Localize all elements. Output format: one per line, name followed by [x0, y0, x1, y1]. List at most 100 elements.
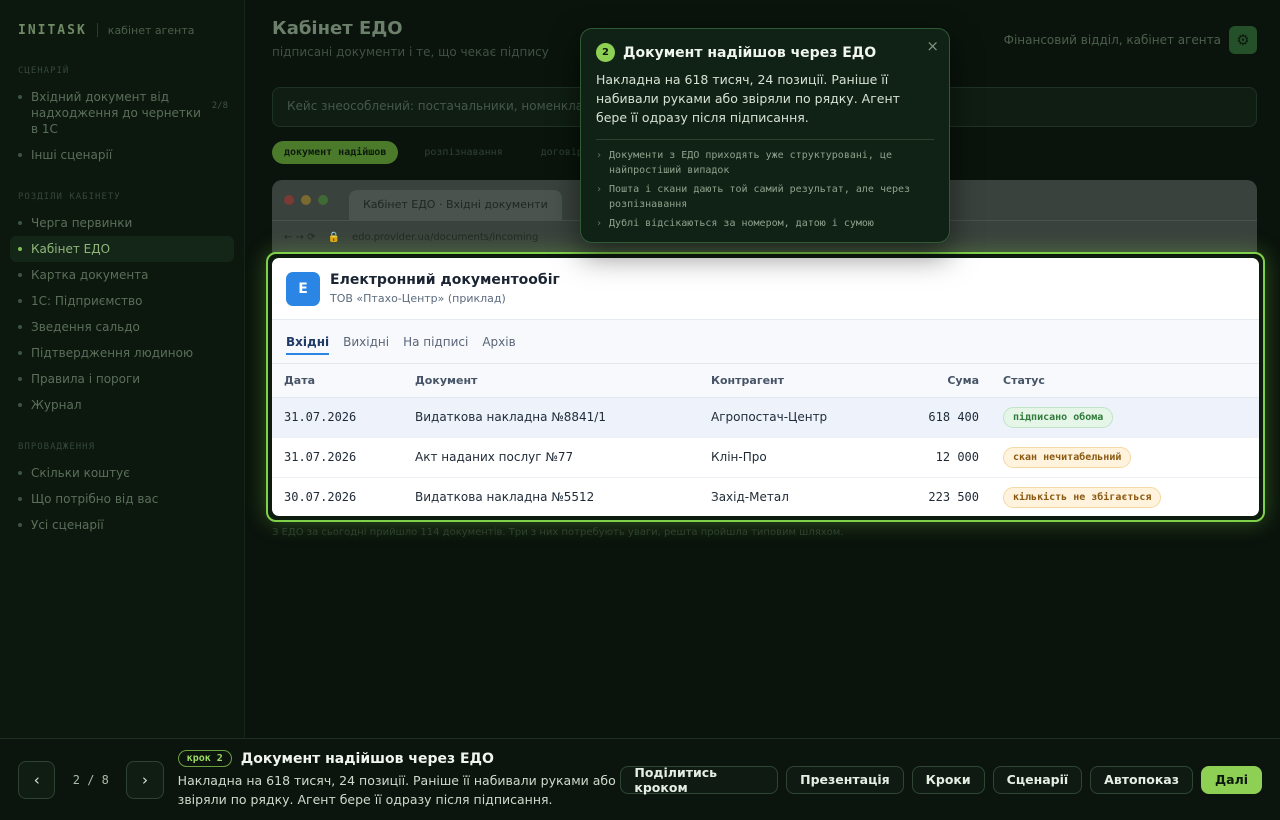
tooltip-bullet-text: Документи з ЕДО приходять уже структуров… — [609, 150, 892, 176]
sidebar-item-pricing[interactable]: Скільки коштує — [10, 460, 234, 486]
minimize-window-icon[interactable] — [301, 195, 311, 205]
steps-button[interactable]: Кроки — [911, 765, 985, 794]
sidebar-section-scenario: СЦЕНАРІЙ — [18, 66, 70, 76]
gear-icon[interactable]: ⚙ — [1229, 26, 1257, 54]
bullet-icon — [18, 221, 22, 225]
lock-icon: 🔒 — [327, 232, 340, 243]
edo-title: Електронний документообіг — [330, 272, 560, 288]
step-tab-received[interactable]: документ надійшов — [272, 141, 399, 164]
sidebar-item-label: Журнал — [31, 398, 82, 412]
table-row[interactable]: 31.07.2026 Видаткова накладна №8841/1 Аг… — [272, 397, 1259, 438]
column-status: Статус — [991, 364, 1259, 398]
autoplay-button[interactable]: Автопоказ — [1090, 765, 1193, 794]
context-area: Фінансовий відділ, кабінет агента ⚙ — [1004, 26, 1257, 54]
bullet-icon — [18, 299, 22, 303]
next-step-arrow-button[interactable]: › — [126, 760, 164, 799]
browser-tab[interactable]: Кабінет ЕДО · Вхідні документи — [349, 190, 562, 220]
status-badge: підписано обома — [1003, 406, 1114, 428]
cell-sum: 223 500 — [884, 477, 991, 516]
status-badge: скан нечитабельний — [1003, 446, 1132, 468]
tab-incoming[interactable]: Вхідні — [286, 320, 330, 363]
step-counter: 2 / 8 — [72, 772, 109, 787]
edo-footnote: З ЕДО за сьогодні прийшло 114 документів… — [272, 527, 844, 538]
tooltip-bullet-text: Дублі відсікаються за номером, датою і с… — [609, 218, 874, 229]
tour-actions: Поділитись кроком Презентація Кроки Сцен… — [620, 765, 1263, 795]
cell-document: Видаткова накладна №8841/1 — [403, 397, 699, 438]
context-label: Фінансовий відділ, кабінет агента — [1003, 33, 1221, 47]
sidebar-item-current-scenario[interactable]: Вхідний документ від надходження до черн… — [10, 84, 234, 142]
sidebar-item-label: Скільки коштує — [31, 466, 130, 480]
sidebar-item-queue[interactable]: Черга первинки — [10, 210, 234, 236]
bullet-icon — [18, 403, 22, 407]
table-row[interactable]: 30.07.2026 Видаткова накладна №5512 Захі… — [272, 477, 1259, 516]
tab-outgoing[interactable]: Вихідні — [343, 320, 389, 363]
next-button[interactable]: Далі — [1201, 765, 1263, 794]
close-icon[interactable]: × — [926, 37, 939, 55]
sidebar-item-label: Кабінет ЕДО — [31, 242, 111, 256]
tooltip-body: Накладна на 618 тисяч, 24 позиції. Раніш… — [596, 72, 900, 125]
documents-table: Дата Документ Контрагент Сума Статус 31.… — [272, 364, 1259, 516]
sidebar-section-views: РОЗДІЛИ КАБІНЕТУ — [18, 192, 121, 202]
cell-counterparty: Клін-Про — [699, 437, 884, 478]
cell-document: Видаткова накладна №5512 — [403, 477, 699, 516]
tab-signing[interactable]: На підписі — [403, 320, 468, 363]
presentation-button[interactable]: Презентація — [786, 765, 904, 794]
bullet-icon — [18, 523, 22, 527]
step-badge: крок 2 — [177, 750, 232, 767]
sidebar-item-label: 1С: Підприємство — [31, 294, 143, 308]
sidebar-item-balance[interactable]: Зведення сальдо — [10, 314, 234, 340]
status-badge: кількість не збігається — [1003, 486, 1162, 508]
sidebar-item-journal[interactable]: Журнал — [10, 392, 234, 418]
tooltip-bullet: › Документи з ЕДО приходять уже структур… — [596, 148, 934, 178]
sidebar-item-label: Усі сценарії — [31, 518, 104, 532]
column-counterparty: Контрагент — [699, 364, 884, 398]
cell-status: скан нечитабельний — [991, 437, 1259, 478]
maximize-window-icon[interactable] — [318, 195, 328, 205]
bullet-icon — [18, 273, 22, 277]
edo-highlight-frame: E Електронний документообіг ТОВ «Птахо-Ц… — [266, 252, 1265, 522]
sidebar-item-all-scenarios[interactable]: Усі сценарії — [10, 512, 234, 538]
brand-subtitle: кабінет агента — [107, 23, 195, 37]
sidebar-item-label: Картка документа — [31, 268, 149, 282]
tooltip-bullet: › Дублі відсікаються за номером, датою і… — [596, 216, 934, 231]
edo-org: ТОВ «Птахо-Центр» (приклад) — [330, 292, 506, 305]
bullet-icon — [18, 153, 22, 157]
close-window-icon[interactable] — [284, 195, 294, 205]
step-tab-recognition[interactable]: розпізнавання — [412, 141, 514, 164]
url-text: edo.provider.ua/documents/incoming — [351, 232, 539, 243]
browser-nav-icons[interactable]: ← → ⟳ — [284, 232, 316, 243]
tooltip-divider — [596, 139, 934, 140]
chevron-right-icon: › — [596, 218, 603, 229]
scenarios-button[interactable]: Сценарії — [992, 765, 1083, 794]
cell-date: 30.07.2026 — [272, 477, 403, 516]
share-step-button[interactable]: Поділитись кроком — [620, 765, 779, 795]
bullet-icon — [18, 95, 22, 99]
table-row[interactable]: 31.07.2026 Акт наданих послуг №77 Клін-П… — [272, 437, 1259, 478]
sidebar-item-requirements[interactable]: Що потрібно від вас — [10, 486, 234, 512]
cell-status: підписано обома — [991, 397, 1259, 438]
cell-document: Акт наданих послуг №77 — [403, 437, 699, 478]
prev-step-button[interactable]: ‹ — [18, 760, 56, 799]
edo-header: E Електронний документообіг ТОВ «Птахо-Ц… — [272, 258, 1259, 320]
sidebar-item-doc-card[interactable]: Картка документа — [10, 262, 234, 288]
brand-logo: INITASK — [18, 22, 87, 38]
tab-archive[interactable]: Архів — [482, 320, 515, 363]
sidebar-item-rules[interactable]: Правила і пороги — [10, 366, 234, 392]
cell-counterparty: Захід-Метал — [699, 477, 884, 516]
tooltip-title: Документ надійшов через ЕДО — [623, 44, 877, 61]
tooltip-bullet: › Пошта і скани дають той самий результа… — [596, 182, 934, 212]
sidebar-item-edo[interactable]: Кабінет ЕДО — [10, 236, 234, 262]
sidebar-item-human-confirm[interactable]: Підтвердження людиною — [10, 340, 234, 366]
brand: INITASK кабінет агента — [10, 18, 234, 42]
sidebar-item-1c[interactable]: 1С: Підприємство — [10, 288, 234, 314]
tooltip-bullet-text: Пошта і скани дають той самий результат,… — [609, 184, 911, 210]
bullet-icon — [18, 325, 22, 329]
column-sum: Сума — [884, 364, 991, 398]
sidebar-item-label: Вхідний документ від надходження до черн… — [31, 90, 201, 136]
cell-date: 31.07.2026 — [272, 397, 403, 438]
sidebar-item-label: Черга первинки — [31, 216, 133, 230]
sidebar-item-other-scenarios[interactable]: Інші сценарії — [10, 142, 234, 168]
column-document: Документ — [403, 364, 699, 398]
cell-sum: 12 000 — [884, 437, 991, 478]
tour-step-description: Накладна на 618 тисяч, 24 позиції. Раніш… — [177, 773, 616, 807]
